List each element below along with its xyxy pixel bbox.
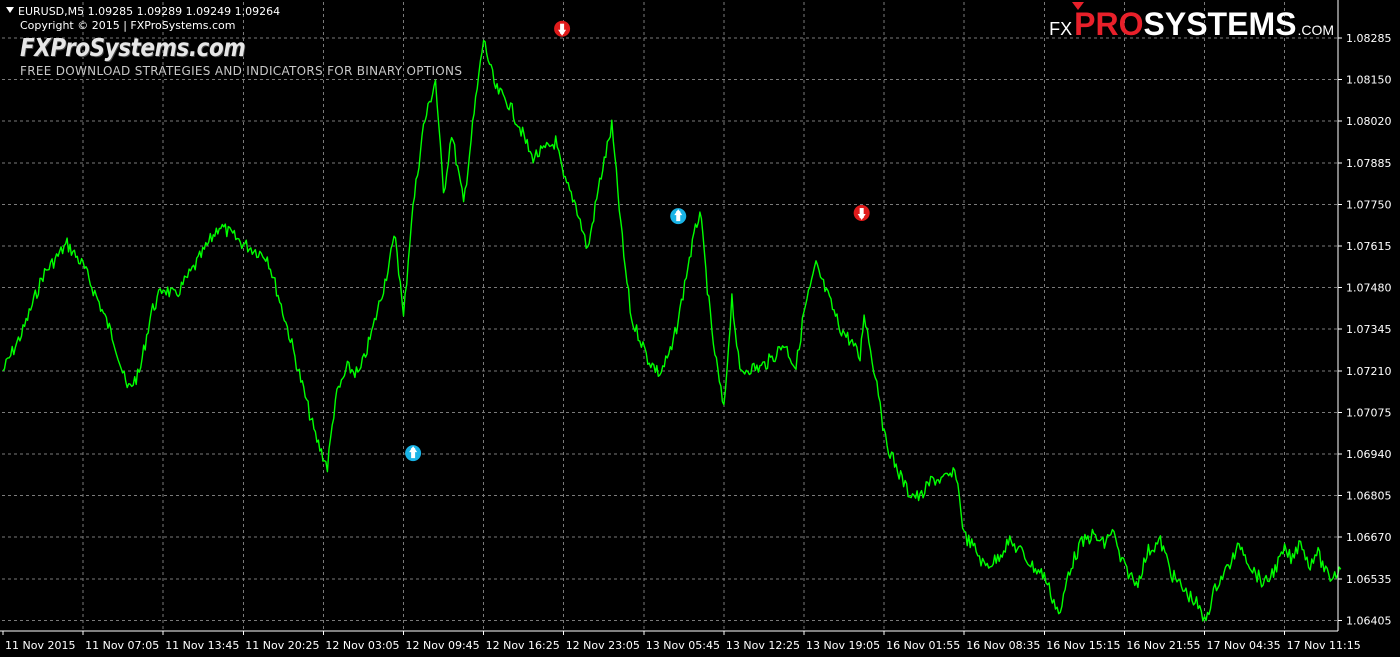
x-tick-label: 11 Nov 07:05 [85,639,159,652]
x-tick-label: 11 Nov 13:45 [165,639,239,652]
brand-logo: FXPROSYSTEMS.COM [1049,2,1334,43]
site-title: FXProSystems.com [20,33,246,62]
x-tick-label: 12 Nov 09:45 [406,639,480,652]
dropdown-triangle-icon[interactable] [6,7,14,13]
x-tick-label: 16 Nov 21:55 [1126,639,1200,652]
y-tick-label: 1.06405 [1346,614,1392,627]
x-tick-label: 12 Nov 03:05 [325,639,399,652]
price-chart[interactable]: 1.08285 1.08150 1.08020 1.07885 1.07750 1.076… [0,0,1400,657]
logo-wedge-icon [1072,2,1085,10]
y-tick-label: 1.06670 [1346,531,1392,544]
y-tick-label: 1.07345 [1346,323,1392,336]
price-line-series [2,39,1342,622]
y-tick-label: 1.07480 [1346,282,1392,295]
x-tick-label: 16 Nov 15:15 [1046,639,1120,652]
x-tick-label: 17 Nov 04:35 [1207,639,1281,652]
signal-arrows [405,20,870,462]
buy-arrow-icon [405,445,422,462]
y-tick-label: 1.06535 [1346,573,1392,586]
brand-prefix: FX [1049,19,1073,39]
brand-main: SYSTEMS [1143,6,1297,42]
symbol-info[interactable]: EURUSD,M5 1.09285 1.09289 1.09249 1.0926… [6,5,280,18]
y-tick-label: 1.08020 [1346,115,1392,128]
x-tick-label: 13 Nov 05:45 [646,639,720,652]
y-tick-label: 1.07615 [1346,240,1392,253]
x-tick-label: 17 Nov 11:15 [1287,639,1361,652]
brand-suffix: .COM [1297,22,1334,38]
tagline: FREE DOWNLOAD STRATEGIES AND INDICATORS … [20,64,463,78]
y-tick-label: 1.07210 [1346,365,1392,378]
y-tick-label: 1.08285 [1346,32,1392,45]
y-tick-label: 1.07750 [1346,198,1392,211]
buy-arrow-icon [670,208,687,225]
sell-arrow-icon [853,205,870,222]
y-tick-label: 1.07075 [1346,406,1392,419]
x-tick-label: 13 Nov 19:05 [806,639,880,652]
x-tick-label: 16 Nov 08:35 [966,639,1040,652]
chart-grid [2,2,1338,631]
x-tick-label: 13 Nov 12:25 [726,639,800,652]
x-tick-label: 12 Nov 23:05 [566,639,640,652]
chart-axes: 1.08285 1.08150 1.08020 1.07885 1.07750 1.076… [0,0,1392,652]
symbol-info-text: EURUSD,M5 1.09285 1.09289 1.09249 1.0926… [18,5,281,18]
x-tick-label: 11 Nov 2015 [5,639,75,652]
sell-arrow-icon [554,20,571,37]
brand-highlight: PRO [1074,6,1144,42]
copyright-text: Copyright © 2015 | FXProSystems.com [20,19,236,32]
x-tick-label: 11 Nov 20:25 [245,639,319,652]
y-tick-label: 1.08150 [1346,74,1392,87]
price-line [2,39,1342,622]
y-tick-label: 1.07885 [1346,157,1392,170]
x-tick-label: 12 Nov 16:25 [486,639,560,652]
x-tick-label: 16 Nov 01:55 [886,639,960,652]
y-tick-label: 1.06805 [1346,490,1392,503]
y-tick-label: 1.06940 [1346,448,1392,461]
